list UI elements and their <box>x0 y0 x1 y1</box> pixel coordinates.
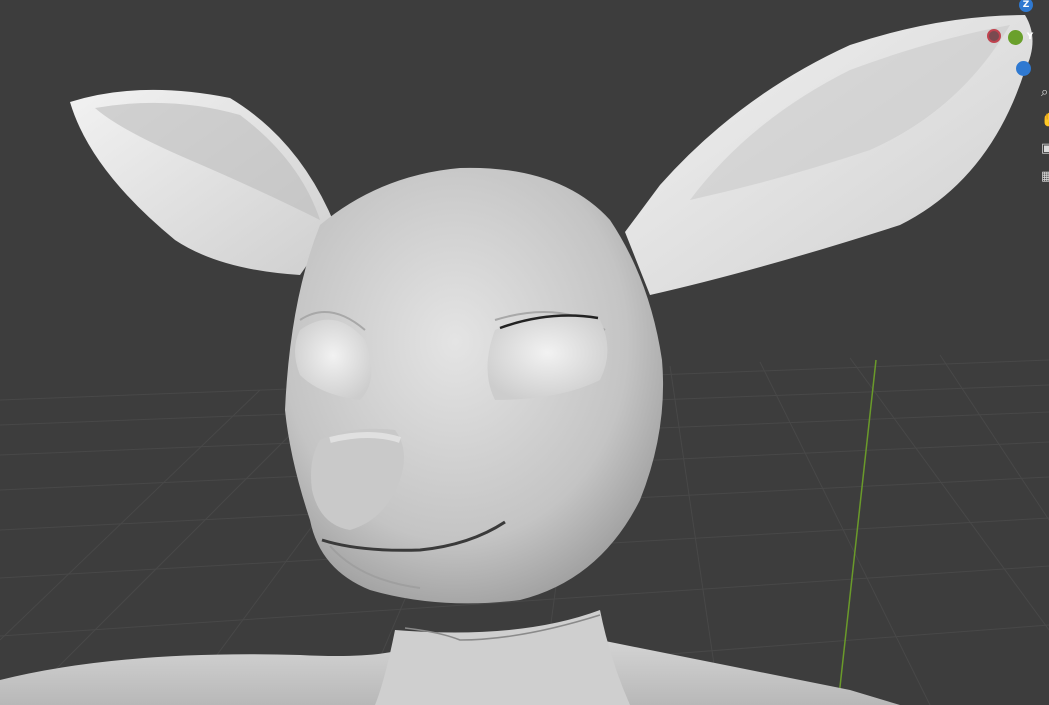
grid-perspective-glyph: ▦ <box>1041 169 1049 184</box>
navigation-gizmo[interactable]: Z Y <box>985 0 1049 80</box>
neg-z-axis-handle[interactable] <box>1016 61 1031 76</box>
hand-pan-glyph: ✋ <box>1041 113 1049 128</box>
camera-icon[interactable]: ▣ <box>1040 138 1049 160</box>
neg-x-axis-handle[interactable] <box>987 29 1001 43</box>
z-axis-label: Z <box>1022 0 1030 10</box>
camera-glyph: ▣ <box>1041 141 1049 156</box>
zoom-glyph: ⌕ <box>1041 85 1049 100</box>
y-axis-line <box>837 359 877 705</box>
y-axis-handle[interactable] <box>1008 30 1023 45</box>
3d-viewport[interactable]: Z Y ⌕ ✋ ▣ ▦ <box>0 0 1049 705</box>
y-axis-label: Y <box>1026 32 1034 42</box>
model-neck <box>375 610 630 705</box>
grid-perspective-icon[interactable]: ▦ <box>1040 166 1049 188</box>
hand-pan-icon[interactable]: ✋ <box>1040 110 1049 132</box>
zoom-icon[interactable]: ⌕ <box>1040 82 1049 104</box>
viewport-scene <box>0 15 1049 705</box>
navigation-tools: ⌕ ✋ ▣ ▦ <box>1040 82 1049 194</box>
